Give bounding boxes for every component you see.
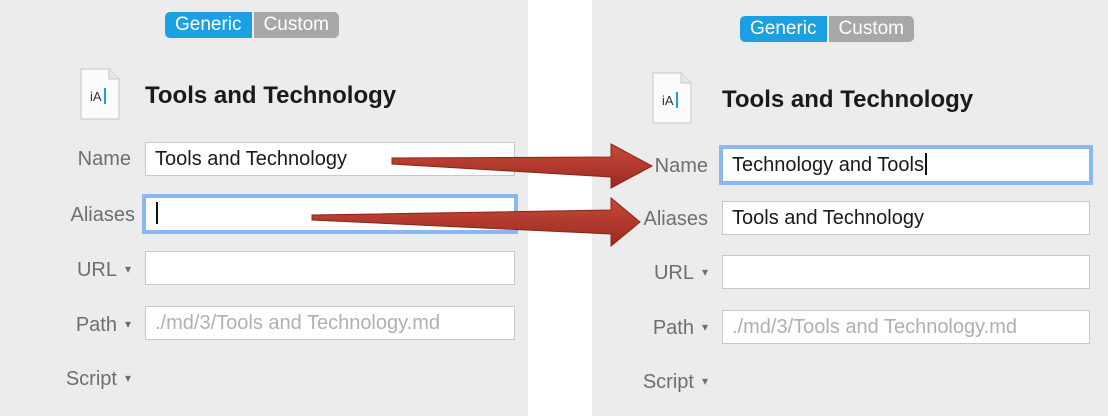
arrow-aliases-to-aliases xyxy=(311,196,641,248)
arrow-name-to-name xyxy=(391,143,654,189)
annotation-arrows xyxy=(311,143,654,248)
